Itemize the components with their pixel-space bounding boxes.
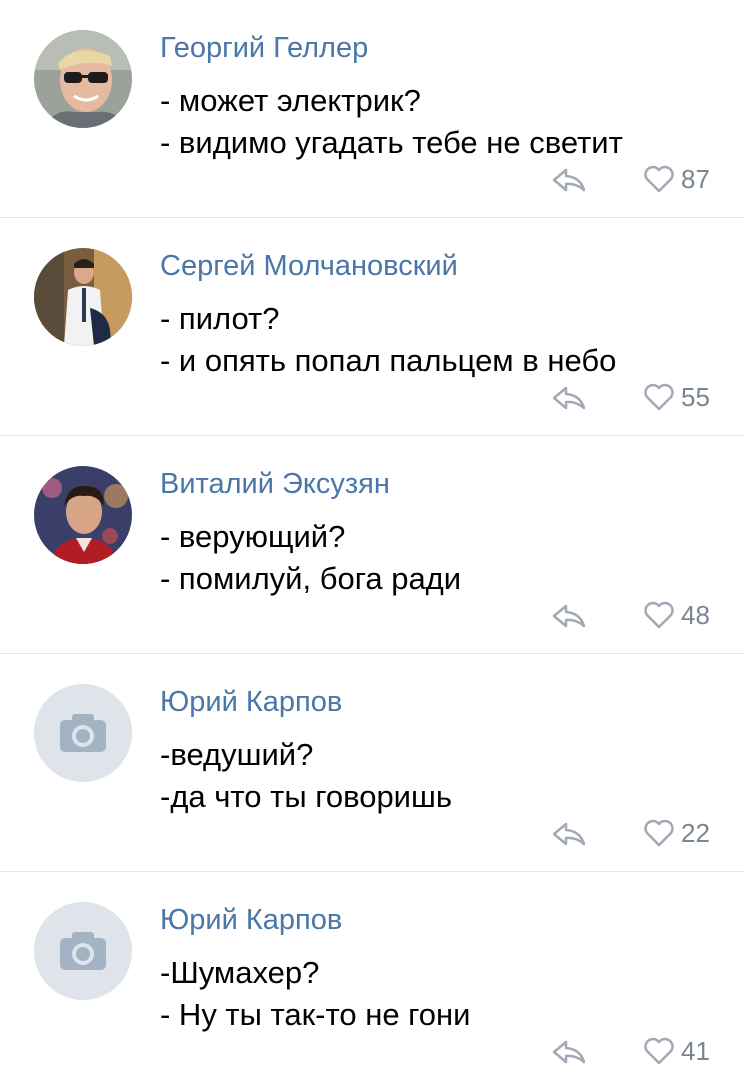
comment-text: -Шумахер? - Ну ты так-то не гони — [160, 952, 470, 1036]
comments-feed: Георгий Геллер - может электрик? - видим… — [0, 0, 745, 1080]
heart-icon — [644, 819, 674, 847]
reply-icon[interactable] — [548, 816, 588, 850]
comment-actions: 48 — [548, 592, 728, 636]
like-count: 48 — [681, 600, 710, 630]
avatar[interactable] — [34, 30, 132, 128]
comment-text: - верующий? - помилуй, бога ради — [160, 516, 461, 600]
heart-icon — [644, 383, 674, 411]
comment-author[interactable]: Юрий Карпов — [160, 686, 342, 719]
heart-icon — [644, 601, 674, 629]
comment-text: -ведуший? -да что ты говоришь — [160, 734, 452, 818]
comment-actions: 22 — [548, 810, 728, 854]
camera-placeholder-icon — [34, 902, 132, 1000]
comment-item: Юрий Карпов -ведуший? -да что ты говориш… — [0, 654, 745, 872]
like-count: 41 — [681, 1036, 710, 1066]
reply-icon[interactable] — [548, 1034, 588, 1068]
comment-text: - может электрик? - видимо угадать тебе … — [160, 80, 623, 164]
comment-text-line: - может электрик? — [160, 83, 421, 118]
reply-icon[interactable] — [548, 598, 588, 632]
avatar[interactable] — [34, 684, 132, 782]
comment-text: - пилот? - и опять попал пальцем в небо — [160, 298, 616, 382]
comment-author[interactable]: Сергей Молчановский — [160, 250, 458, 283]
comment-text-line: - помилуй, бога ради — [160, 561, 462, 596]
heart-icon — [644, 1037, 674, 1065]
comment-item: Георгий Геллер - может электрик? - видим… — [0, 0, 745, 218]
comment-actions: 87 — [548, 156, 728, 200]
reply-icon[interactable] — [548, 380, 588, 414]
comment-author[interactable]: Юрий Карпов — [160, 904, 342, 937]
comment-item: Сергей Молчановский - пилот? - и опять п… — [0, 218, 745, 436]
comment-actions: 41 — [548, 1028, 728, 1072]
like-count: 55 — [681, 382, 710, 412]
avatar[interactable] — [34, 248, 132, 346]
avatar[interactable] — [34, 466, 132, 564]
avatar[interactable] — [34, 902, 132, 1000]
comment-text-line: -ведуший? — [160, 737, 314, 772]
comment-author[interactable]: Георгий Геллер — [160, 32, 368, 65]
comment-text-line: -Шумахер? — [160, 955, 320, 990]
comment-text-line: - верующий? — [160, 519, 346, 554]
heart-icon — [644, 165, 674, 193]
comment-author[interactable]: Виталий Эксузян — [160, 468, 390, 501]
comment-item: Юрий Карпов -Шумахер? - Ну ты так-то не … — [0, 872, 745, 1080]
comment-item: Виталий Эксузян - верующий? - помилуй, б… — [0, 436, 745, 654]
comment-actions: 55 — [548, 374, 728, 418]
comment-text-line: - Ну ты так-то не гони — [160, 997, 471, 1032]
comment-text-line: -да что ты говоришь — [160, 779, 453, 814]
camera-placeholder-icon — [34, 684, 132, 782]
comment-text-line: - пилот? — [160, 301, 280, 336]
like-count: 22 — [681, 818, 710, 848]
like-count: 87 — [681, 164, 710, 194]
reply-icon[interactable] — [548, 162, 588, 196]
